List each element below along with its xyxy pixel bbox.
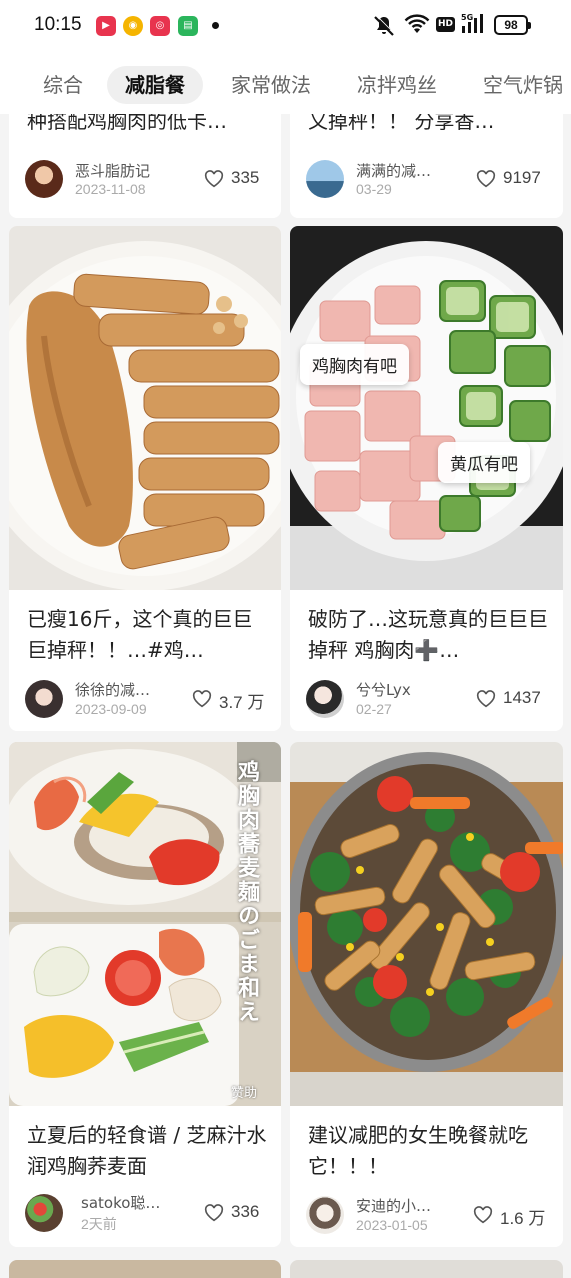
note-cover-image	[290, 226, 563, 590]
author-name: 兮兮Lyx	[356, 681, 411, 699]
note-date: 02-27	[356, 701, 392, 717]
note-cover-image	[9, 226, 281, 590]
note-date: 2023-11-08	[75, 181, 146, 197]
note-date: 2023-01-05	[356, 1217, 428, 1233]
avatar	[306, 160, 344, 198]
tab-air-fryer[interactable]: 空气炸锅	[483, 66, 563, 104]
netease-icon: ◎	[150, 16, 170, 36]
note-date: 2023-09-09	[75, 701, 147, 717]
like-count: 9197	[503, 168, 541, 187]
note-title: 立夏后的轻食谱 / 芝麻汁水润鸡胸荞麦面	[27, 1123, 267, 1178]
note-feed: 种搭配鸡胸肉的低卡… 恶斗脂肪记 2023-11-08 335 又掉秤！！ 分享…	[0, 114, 571, 1278]
note-card[interactable]	[290, 1260, 563, 1278]
image-caption: 鸡胸肉蕎麦麺のごま和え	[234, 760, 259, 1024]
heart-icon[interactable]	[473, 1206, 493, 1224]
note-card[interactable]: 已瘦16斤，这个真的巨巨巨掉秤！！…#鸡… 徐徐的减… 2023-09-09 3…	[9, 226, 281, 731]
note-card[interactable]: 种搭配鸡胸肉的低卡… 恶斗脂肪记 2023-11-08 335	[9, 114, 281, 218]
tab-home-cooking[interactable]: 家常做法	[231, 66, 311, 104]
tab-shredded-chicken[interactable]: 凉拌鸡丝	[357, 66, 437, 104]
chat-icon: ▤	[178, 16, 198, 36]
like-count: 3.7 万	[219, 693, 265, 712]
author-name: 徐徐的减…	[75, 681, 151, 699]
wifi-icon	[404, 14, 430, 33]
heart-icon[interactable]	[204, 170, 224, 188]
like-count: 1.6 万	[500, 1209, 546, 1228]
note-card[interactable]: 建议减肥的女生晚餐就吃它！！！ 安迪的小… 2023-01-05 1.6 万	[290, 742, 563, 1247]
note-title: 建议减肥的女生晚餐就吃它！！！	[308, 1123, 528, 1178]
image-tag: 鸡胸肉有吧	[300, 344, 409, 385]
note-card[interactable]: 鸡胸肉蕎麦麺のごま和え 赞助 立夏后的轻食谱 / 芝麻汁水润鸡胸荞麦面 sato…	[9, 742, 281, 1247]
note-title: 种搭配鸡胸肉的低卡…	[27, 114, 227, 133]
heart-icon[interactable]	[476, 690, 496, 708]
note-card[interactable]	[9, 1260, 281, 1278]
note-date: 03-29	[356, 181, 392, 197]
svg-text:5G: 5G	[461, 13, 473, 22]
author-name: 满满的减…	[356, 162, 432, 180]
heart-icon[interactable]	[476, 170, 496, 188]
avatar	[306, 680, 344, 718]
like-count: 1437	[503, 688, 541, 707]
weibo-icon: ◉	[123, 16, 143, 36]
tab-all[interactable]: 综合	[43, 66, 83, 104]
sponsored-label: 赞助	[231, 1086, 258, 1101]
battery-indicator: 98	[494, 15, 531, 35]
note-card[interactable]: 又掉秤！！ 分享香… 满满的减… 03-29 9197	[290, 114, 563, 218]
note-date: 2天前	[81, 1216, 117, 1232]
avatar	[25, 680, 63, 718]
like-count: 336	[231, 1202, 260, 1221]
note-title: 又掉秤！！ 分享香…	[308, 114, 495, 133]
note-title: 已瘦16斤，这个真的巨巨巨掉秤！！…#鸡…	[27, 607, 253, 662]
note-title: 破防了…这玩意真的巨巨巨掉秤 鸡胸肉➕…	[308, 607, 548, 662]
author-name: satoko聪…	[81, 1194, 161, 1212]
heart-icon[interactable]	[192, 690, 212, 708]
video-app-icon: ▶	[96, 16, 116, 36]
signal-icon: 5G	[461, 13, 483, 33]
status-time: 10:15	[34, 14, 82, 35]
like-count: 335	[231, 168, 260, 187]
category-tabs: 综合 减脂餐 家常做法 凉拌鸡丝 空气炸锅	[0, 52, 571, 114]
avatar	[25, 160, 63, 198]
author-name: 安迪的小…	[356, 1197, 432, 1215]
hd-badge: HD	[436, 17, 455, 32]
avatar	[25, 1194, 63, 1232]
more-notifications-dot	[212, 22, 219, 29]
note-card[interactable]: 鸡胸肉有吧 黄瓜有吧 破防了…这玩意真的巨巨巨掉秤 鸡胸肉➕… 兮兮Lyx 02…	[290, 226, 563, 731]
mute-icon	[374, 15, 395, 36]
tab-fat-loss-meal[interactable]: 减脂餐	[107, 66, 203, 104]
avatar	[306, 1196, 344, 1234]
heart-icon[interactable]	[204, 1204, 224, 1222]
author-name: 恶斗脂肪记	[75, 162, 151, 180]
status-bar: 10:15 ▶ ◉ ◎ ▤ HD 5G 98	[0, 0, 571, 52]
note-cover-image	[290, 742, 563, 1106]
image-tag: 黄瓜有吧	[438, 442, 530, 483]
